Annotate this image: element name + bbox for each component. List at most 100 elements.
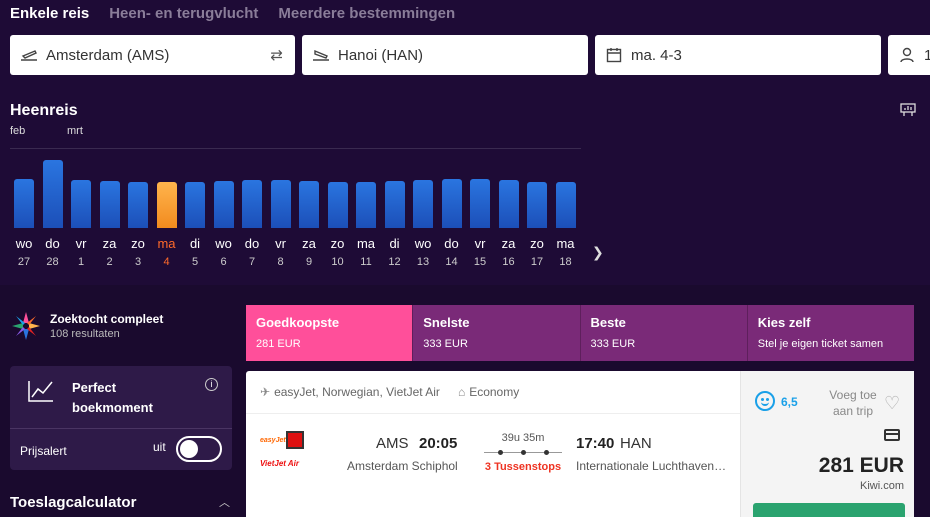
date-bar[interactable] <box>555 182 576 228</box>
tab-title: Kies zelf <box>757 315 811 330</box>
cabin-text: Economy <box>469 385 520 399</box>
date-bar[interactable] <box>156 182 177 228</box>
moment-title: Perfect boekmoment <box>72 380 153 415</box>
day-label[interactable]: za <box>495 236 523 251</box>
date-bar[interactable] <box>441 179 462 228</box>
day-label[interactable]: vr <box>67 236 95 251</box>
date-bar[interactable] <box>99 181 120 228</box>
search-status: Zoektocht compleet 108 resultaten <box>10 310 163 342</box>
day-number: 28 <box>46 256 59 268</box>
day-label[interactable]: ma <box>153 236 181 251</box>
toeslag-heading[interactable]: Toeslagcalculator <box>10 494 136 511</box>
date-bar[interactable] <box>14 179 34 228</box>
day-number: 9 <box>305 256 313 268</box>
tab-subtitle: Stel je eigen ticket samen <box>757 338 884 350</box>
day-number: 27 <box>17 256 31 268</box>
day-number: 3 <box>134 256 142 268</box>
departure-time: 20:05 <box>419 435 458 452</box>
price-alert-toggle[interactable] <box>176 436 222 462</box>
tab-title: Snelste <box>423 315 470 330</box>
day-label[interactable]: do <box>238 236 266 251</box>
date-bar[interactable] <box>413 180 433 228</box>
easyjet-logo: easyJet <box>260 437 286 444</box>
arrival-code: HAN <box>620 435 652 452</box>
search-header: Enkele reis Heen- en terugvlucht Meerder… <box>0 0 930 285</box>
day-number: 2 <box>106 256 113 268</box>
smiley-icon <box>755 391 775 411</box>
date-bar[interactable] <box>42 160 63 228</box>
day-label[interactable]: wo <box>210 236 238 251</box>
tag-icon: ⌂ <box>457 385 466 399</box>
day-label[interactable]: di <box>381 236 409 251</box>
tab-custom[interactable]: Kies zelf Stel je eigen ticket samen <box>747 305 914 361</box>
day-label[interactable]: wo <box>409 236 437 251</box>
toggle-state-label: uit <box>153 440 166 454</box>
date-bar[interactable] <box>384 181 405 228</box>
price-panel: 6,5 Voeg toe aan trip ♡ 281 EUR Kiwi.com <box>740 371 914 517</box>
airlines-text: easyJet, Norwegian, VietJet Air <box>274 385 440 399</box>
day-number: 17 <box>530 256 544 268</box>
day-label[interactable]: ma <box>352 236 380 251</box>
day-label[interactable]: do <box>438 236 466 251</box>
date-bar[interactable] <box>270 180 291 228</box>
day-number: 4 <box>163 256 170 268</box>
day-label[interactable]: ma <box>552 236 580 251</box>
day-label[interactable]: vr <box>466 236 494 251</box>
day-label[interactable]: wo <box>10 236 38 251</box>
chart-toggle-icon[interactable] <box>900 103 916 120</box>
day-label[interactable]: zo <box>324 236 352 251</box>
day-label[interactable]: do <box>39 236 67 251</box>
arrival-airport: Internationale Luchthaven… <box>576 459 727 473</box>
flight-result-card[interactable]: ✈ easyJet, Norwegian, VietJet Air ⌂ Econom… <box>246 371 914 517</box>
chevron-right-icon[interactable]: ❯ <box>592 244 604 261</box>
price: 281 EUR <box>818 454 904 477</box>
tab-title: Goedkoopste <box>256 315 340 330</box>
tab-subtitle: 333 EUR <box>423 338 468 350</box>
day-number: 8 <box>277 256 284 268</box>
flight-meta: ✈ easyJet, Norwegian, VietJet Air ⌂ Econom… <box>260 385 519 399</box>
day-label[interactable]: za <box>295 236 323 251</box>
day-label[interactable]: di <box>181 236 209 251</box>
day-number: 7 <box>248 256 256 268</box>
date-bar[interactable] <box>527 182 547 228</box>
heart-icon[interactable]: ♡ <box>884 393 900 414</box>
day-label[interactable]: zo <box>523 236 551 251</box>
date-bar[interactable] <box>71 180 91 228</box>
chevron-up-icon[interactable]: ︿ <box>219 494 230 510</box>
flight-details[interactable]: ✈ easyJet, Norwegian, VietJet Air ⌂ Econom… <box>246 371 740 517</box>
tab-subtitle: 281 EUR <box>256 338 301 350</box>
status-results: 108 resultaten <box>50 328 120 340</box>
info-icon[interactable]: i <box>205 378 218 391</box>
date-bar[interactable] <box>470 179 490 228</box>
booking-moment-card: Perfect boekmoment i Prijsalert uit <box>10 366 232 470</box>
trend-chart-icon <box>28 381 53 402</box>
day-label[interactable]: za <box>96 236 124 251</box>
tab-best[interactable]: Beste 333 EUR <box>580 305 748 361</box>
tab-cheapest[interactable]: Goedkoopste 281 EUR <box>246 305 414 361</box>
date-bar[interactable] <box>128 182 148 228</box>
date-bar[interactable] <box>498 180 519 228</box>
price-alert-label: Prijsalert <box>20 444 67 458</box>
date-bar[interactable] <box>299 181 319 228</box>
stop-dot <box>498 450 503 455</box>
tab-fastest[interactable]: Snelste 333 EUR <box>413 305 581 361</box>
day-number: 10 <box>331 256 344 268</box>
price-calendar-chart: wo 27 do 28 vr 1 za 2 zo 3 ma 4 di 5 wo 6 do 7 vr 8 za 9 zo 10 m… <box>0 0 930 285</box>
date-bar[interactable] <box>356 182 376 228</box>
date-bar[interactable] <box>242 180 262 228</box>
toggle-knob <box>180 440 198 458</box>
score-value: 6,5 <box>781 395 798 409</box>
vietjet-logo: VietJet Air <box>260 459 299 468</box>
day-label[interactable]: zo <box>124 236 152 251</box>
day-number: 1 <box>77 256 85 268</box>
cabin-info: ⌂ Economy <box>458 385 519 399</box>
date-bar[interactable] <box>213 181 234 228</box>
add-to-trip-label[interactable]: Voeg toe aan trip <box>823 387 883 419</box>
date-bar[interactable] <box>185 182 205 228</box>
day-label[interactable]: vr <box>267 236 295 251</box>
book-button[interactable] <box>753 503 905 517</box>
date-bar[interactable] <box>327 182 348 228</box>
provider-name: Kiwi.com <box>859 480 904 492</box>
status-title: Zoektocht compleet <box>50 312 164 326</box>
arrival-time: 17:40 <box>576 435 615 452</box>
